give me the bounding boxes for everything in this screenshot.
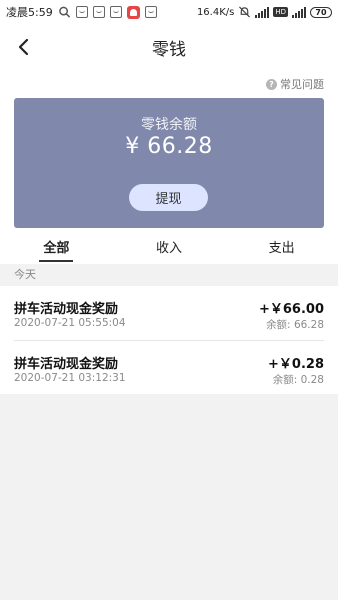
transaction-row[interactable]: 拼车活动现金奖励 2020-07-21 03:12:31 +￥0.28 余额: …	[14, 340, 324, 394]
transaction-time: 2020-07-21 05:55:04	[14, 317, 126, 329]
tab-income[interactable]: 收入	[113, 230, 226, 264]
balance-card: 零钱余额 ¥ 66.28 提现	[14, 98, 324, 228]
tab-expense[interactable]: 支出	[225, 230, 338, 264]
signal-icon	[255, 6, 270, 18]
balance-label: 零钱余额	[141, 117, 197, 133]
network-speed: 16.4K/s	[196, 6, 235, 18]
status-bar: 凌晨5:59 16.4K/s HD 70	[0, 0, 338, 24]
hd-icon: HD	[273, 7, 288, 17]
transaction-amount: +￥66.00	[258, 302, 324, 317]
transaction-balance: 余额: 66.28	[266, 319, 324, 331]
back-button[interactable]	[10, 33, 38, 61]
transaction-title: 拼车活动现金奖励	[14, 357, 119, 372]
shopping-bag-icon	[92, 6, 105, 18]
transaction-amount: +￥0.28	[268, 357, 324, 372]
shopping-bag-icon	[109, 6, 122, 18]
transaction-list: 拼车活动现金奖励 2020-07-21 05:55:04 +￥66.00 余额:…	[0, 286, 338, 394]
faq-label: 常见问题	[280, 78, 324, 91]
alarm-off-icon	[239, 6, 251, 18]
shopping-bag-icon	[144, 6, 157, 18]
transaction-time: 2020-07-21 03:12:31	[14, 372, 126, 384]
signal-icon	[292, 6, 306, 18]
transaction-row[interactable]: 拼车活动现金奖励 2020-07-21 05:55:04 +￥66.00 余额:…	[14, 286, 324, 340]
status-time: 凌晨5:59	[6, 6, 53, 19]
balance-amount: ¥ 66.28	[125, 134, 213, 159]
battery-icon: 70	[310, 6, 332, 18]
app-notification-icon	[126, 5, 140, 19]
search-icon	[58, 6, 70, 18]
page-title: 零钱	[152, 39, 186, 60]
faq-link[interactable]: ? 常见问题	[266, 76, 324, 92]
transaction-balance: 余额: 0.28	[272, 374, 324, 386]
transaction-title: 拼车活动现金奖励	[14, 302, 119, 317]
filter-tabs: 全部 收入 支出	[0, 230, 338, 264]
withdraw-button[interactable]: 提现	[129, 184, 208, 211]
date-section-label: 今天	[0, 264, 338, 286]
shopping-bag-icon	[75, 6, 88, 18]
question-icon: ?	[266, 78, 277, 90]
chevron-left-icon	[18, 38, 29, 56]
nav-header: 零钱	[0, 24, 338, 70]
tab-all[interactable]: 全部	[0, 230, 113, 264]
